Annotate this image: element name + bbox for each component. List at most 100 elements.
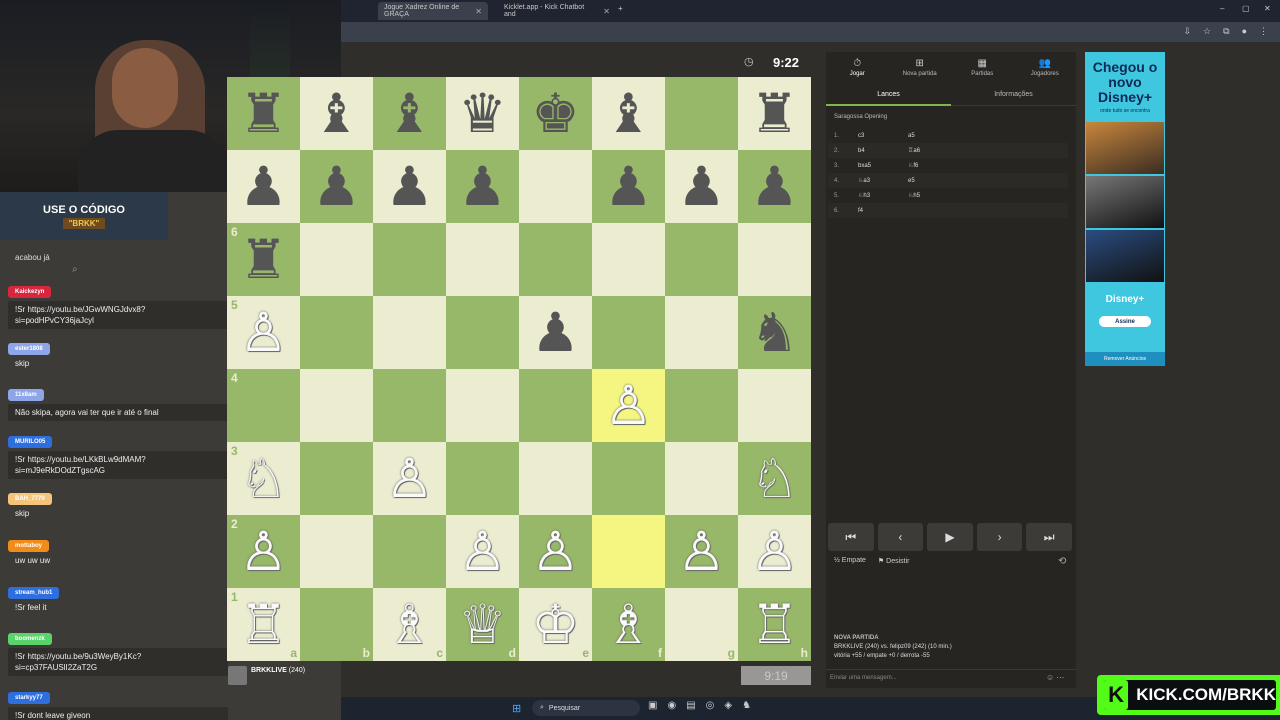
move-san[interactable]: bxa5 (858, 163, 908, 169)
square-g3[interactable] (665, 442, 738, 515)
square-g5[interactable] (665, 296, 738, 369)
move-san[interactable]: ♖a6 (908, 147, 1028, 154)
square-c6[interactable] (373, 223, 446, 296)
chrome-icon[interactable]: ◉ (667, 700, 676, 711)
menu-icon[interactable]: ⋮ (1259, 26, 1268, 37)
move-san[interactable]: e5 (908, 178, 1028, 184)
square-h8[interactable]: ♜ (738, 77, 811, 150)
white-piece-icon[interactable]: ♙ (227, 296, 300, 369)
black-piece-icon[interactable]: ♟ (300, 150, 373, 223)
square-c8[interactable]: ♝ (373, 77, 446, 150)
square-h5[interactable]: ♞ (738, 296, 811, 369)
square-e6[interactable] (519, 223, 592, 296)
prev-move-button[interactable]: ‹ (877, 523, 924, 551)
square-e4[interactable] (519, 369, 592, 442)
square-g1[interactable]: g (665, 588, 738, 661)
square-a3[interactable]: 3 ♘ (227, 442, 300, 515)
square-g6[interactable] (665, 223, 738, 296)
task-view-icon[interactable]: ▣ (648, 700, 657, 711)
square-g8[interactable] (665, 77, 738, 150)
square-c4[interactable] (373, 369, 446, 442)
black-piece-icon[interactable]: ♚ (519, 77, 592, 150)
install-icon[interactable]: ⇩ (1184, 26, 1192, 37)
square-c5[interactable] (373, 296, 446, 369)
star-icon[interactable]: ☆ (1203, 26, 1211, 37)
white-piece-icon[interactable]: ♘ (227, 442, 300, 515)
square-e5[interactable]: ♟ (519, 296, 592, 369)
square-f8[interactable]: ♝ (592, 77, 665, 150)
black-piece-icon[interactable]: ♝ (300, 77, 373, 150)
black-piece-icon[interactable]: ♜ (227, 77, 300, 150)
next-move-button[interactable]: › (976, 523, 1023, 551)
square-b6[interactable] (300, 223, 373, 296)
square-d3[interactable] (446, 442, 519, 515)
black-piece-icon[interactable]: ♟ (373, 150, 446, 223)
black-piece-icon[interactable]: ♟ (665, 150, 738, 223)
black-piece-icon[interactable]: ♝ (592, 77, 665, 150)
square-d8[interactable]: ♛ (446, 77, 519, 150)
square-b2[interactable] (300, 515, 373, 588)
tab-kicklet[interactable]: Kicklet.app - Kick Chatbot and ✕ (498, 2, 616, 20)
first-move-button[interactable]: ⏮ (828, 523, 874, 551)
nav-item-3[interactable]: ▦ Partidas (951, 52, 1014, 82)
black-piece-icon[interactable]: ♟ (227, 150, 300, 223)
black-piece-icon[interactable]: ♛ (446, 77, 519, 150)
windows-icon[interactable]: ⊞ (512, 702, 521, 715)
chess-app-icon[interactable]: ♞ (742, 700, 751, 711)
move-san[interactable]: a5 (908, 133, 1028, 139)
steam-icon[interactable]: ◈ (724, 700, 732, 711)
square-e3[interactable] (519, 442, 592, 515)
profile-icon[interactable]: ● (1242, 26, 1247, 37)
white-piece-icon[interactable]: ♙ (446, 515, 519, 588)
black-piece-icon[interactable]: ♞ (738, 296, 811, 369)
last-move-button[interactable]: ⏭ (1026, 523, 1072, 551)
square-c7[interactable]: ♟ (373, 150, 446, 223)
square-a4[interactable]: 4 (227, 369, 300, 442)
chess-board[interactable]: ♜ ♝ ♝ ♛ ♚ ♝ ♜ ♟ ♟ ♟ ♟ ♟ ♟ ♟ 6 ♜ 5 ♙ ♟ ♞ 4 ♙ 3 ♘ ♙ ♘ 2 ♙ ♙ ♙ ♙ ♙ 1 a ♖ b c ♗ d ♕… (227, 77, 811, 661)
square-f5[interactable] (592, 296, 665, 369)
square-e8[interactable]: ♚ (519, 77, 592, 150)
close-window-button[interactable]: ✕ (1264, 4, 1271, 13)
black-piece-icon[interactable]: ♜ (738, 77, 811, 150)
move-san[interactable]: c3 (858, 133, 908, 139)
square-g7[interactable]: ♟ (665, 150, 738, 223)
square-g4[interactable] (665, 369, 738, 442)
square-b8[interactable]: ♝ (300, 77, 373, 150)
square-f6[interactable] (592, 223, 665, 296)
square-d7[interactable]: ♟ (446, 150, 519, 223)
square-h2[interactable]: ♙ (738, 515, 811, 588)
close-icon[interactable]: ✕ (603, 7, 610, 16)
square-a5[interactable]: 5 ♙ (227, 296, 300, 369)
square-c3[interactable]: ♙ (373, 442, 446, 515)
move-san[interactable]: ♘h3 (858, 192, 908, 199)
square-h1[interactable]: h ♖ (738, 588, 811, 661)
move-san[interactable]: ♘f6 (908, 162, 1028, 169)
black-piece-icon[interactable]: ♟ (592, 150, 665, 223)
square-d2[interactable]: ♙ (446, 515, 519, 588)
resign-button[interactable]: ⚑ Desistir (878, 557, 910, 565)
white-piece-icon[interactable]: ♙ (738, 515, 811, 588)
maximize-button[interactable]: ▢ (1242, 4, 1250, 13)
square-d6[interactable] (446, 223, 519, 296)
square-a8[interactable]: ♜ (227, 77, 300, 150)
new-tab-button[interactable]: + (618, 4, 623, 13)
draw-button[interactable]: ½ Empate (834, 557, 866, 565)
emoji-icon[interactable]: ☺ ⋯ (1046, 673, 1064, 682)
square-d5[interactable] (446, 296, 519, 369)
flip-board-icon[interactable]: ⟲ (1058, 556, 1066, 567)
white-piece-icon[interactable]: ♗ (373, 588, 446, 661)
play-button[interactable]: ▶ (927, 523, 973, 551)
square-f2[interactable] (592, 515, 665, 588)
message-input[interactable]: Enviar uma mensagem... (830, 675, 897, 681)
close-icon[interactable]: ✕ (475, 7, 482, 16)
move-san[interactable]: ♘h5 (908, 192, 1028, 199)
nav-item-1[interactable]: ⏱ Jogar (826, 52, 889, 82)
subtab-2[interactable]: Informações (951, 86, 1076, 106)
square-b5[interactable] (300, 296, 373, 369)
move-san[interactable]: f4 (858, 208, 908, 214)
nav-item-2[interactable]: ⊞ Nova partida (889, 52, 952, 82)
tab-chess[interactable]: Jogue Xadrez Online de GRAÇA ✕ (378, 2, 488, 20)
square-b3[interactable] (300, 442, 373, 515)
square-h4[interactable] (738, 369, 811, 442)
black-piece-icon[interactable]: ♟ (738, 150, 811, 223)
